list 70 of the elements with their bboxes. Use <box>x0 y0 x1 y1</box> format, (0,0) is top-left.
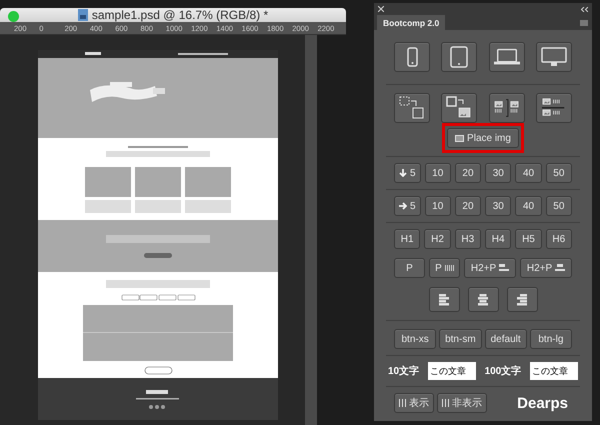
align-left-icon <box>499 264 510 272</box>
monitor-icon <box>540 47 567 67</box>
paragraph-button[interactable]: P <box>429 258 460 278</box>
replace-image-icon <box>446 96 472 120</box>
spacing-button[interactable]: 40 <box>515 196 542 216</box>
visibility-button[interactable]: 非表示 <box>437 393 487 413</box>
paragraph-button[interactable]: H2+P <box>464 258 516 278</box>
heading-button[interactable]: H2 <box>424 229 451 249</box>
heading-button[interactable]: H5 <box>515 229 542 249</box>
panel-tab[interactable]: Bootcomp 2.0 <box>377 15 446 30</box>
visibility-button[interactable]: 表示 <box>394 393 434 413</box>
align-button[interactable] <box>428 287 460 312</box>
brand-logo: Dearps <box>517 394 568 412</box>
move-selection-icon <box>399 96 425 120</box>
spacing-button[interactable]: 20 <box>454 163 482 183</box>
size-button[interactable]: btn-lg <box>530 329 572 349</box>
heading-button[interactable]: H4 <box>484 229 512 249</box>
align-center-icon <box>478 294 488 306</box>
paragraph-button[interactable]: P <box>394 258 425 278</box>
heading-button[interactable]: H1 <box>394 229 420 249</box>
spacing-button[interactable]: 5 <box>394 196 421 216</box>
device-button[interactable] <box>394 42 430 72</box>
align-right-icon <box>517 294 527 306</box>
tablet-icon <box>450 46 468 68</box>
spacing-button[interactable]: 50 <box>546 163 572 183</box>
text-field[interactable]: この文章 <box>530 362 578 380</box>
size-button[interactable]: default <box>484 329 527 349</box>
align-button[interactable] <box>468 287 498 312</box>
collapse-icon[interactable] <box>581 6 588 12</box>
field-label: 100文字 <box>484 364 522 378</box>
laptop-icon <box>494 48 520 66</box>
device-button[interactable] <box>441 42 478 72</box>
align-center-icon <box>555 264 566 272</box>
text-field[interactable]: この文章 <box>428 362 476 380</box>
layout-button[interactable] <box>488 93 525 123</box>
spacing-button[interactable]: 40 <box>515 163 542 183</box>
phone-icon <box>406 47 418 67</box>
spacing-button[interactable]: 10 <box>424 163 451 183</box>
device-button[interactable] <box>536 42 572 72</box>
device-button[interactable] <box>488 42 525 72</box>
paragraph-button[interactable]: H2+P <box>520 258 572 278</box>
field-label: 10文字 <box>388 364 420 378</box>
size-button[interactable]: btn-sm <box>439 329 482 349</box>
bars-icon <box>399 399 406 407</box>
scrollbar[interactable] <box>305 35 317 425</box>
spacing-button[interactable]: 50 <box>546 196 572 216</box>
align-button[interactable] <box>506 287 538 312</box>
size-button[interactable]: btn-xs <box>394 329 436 349</box>
layout-button[interactable] <box>394 93 430 123</box>
place-image-button[interactable]: Place img <box>447 128 519 148</box>
image-rows-icon <box>540 97 567 119</box>
close-icon[interactable] <box>378 6 384 12</box>
heading-button[interactable]: H3 <box>454 229 481 249</box>
spacing-button[interactable]: 5 <box>394 163 421 183</box>
layout-button[interactable] <box>441 93 478 123</box>
bars-icon <box>442 399 449 407</box>
lines-icon <box>444 265 454 271</box>
spacing-button[interactable]: 20 <box>454 196 482 216</box>
image-columns-icon <box>494 97 520 119</box>
layout-button[interactable] <box>536 93 572 123</box>
window-title: sample1.psd @ 16.7% (RGB/8) * <box>92 8 268 22</box>
heading-button[interactable]: H6 <box>546 229 572 249</box>
down-arrow-icon <box>399 169 407 177</box>
spacing-button[interactable]: 30 <box>485 163 512 183</box>
document-icon <box>78 9 88 21</box>
spacing-button[interactable]: 30 <box>485 196 512 216</box>
align-left-icon <box>439 294 449 306</box>
right-arrow-icon <box>399 202 407 210</box>
image-icon <box>455 134 464 142</box>
spacing-button[interactable]: 10 <box>424 196 451 216</box>
